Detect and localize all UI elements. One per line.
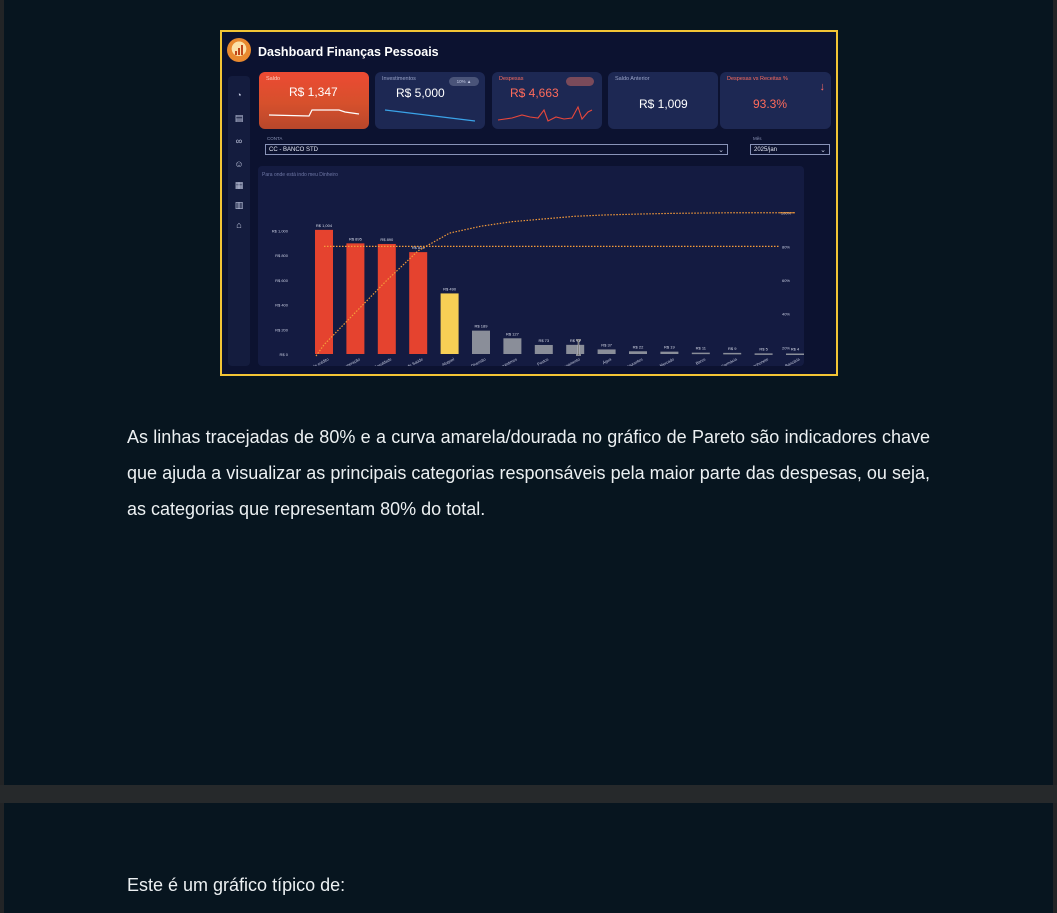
- bar-data-label: R$ 189: [475, 324, 489, 329]
- bar-data-label: R$ 890: [380, 237, 394, 242]
- bank-icon[interactable]: ⌂: [228, 220, 250, 230]
- card-despesas-vs-receitas[interactable]: Despesas vs Receitas % ↓ 93.3%: [720, 72, 831, 129]
- document-page: [4, 803, 1053, 913]
- bar-data-label: R$ 37: [601, 342, 612, 347]
- x-tick-label: Diversão: [470, 356, 487, 366]
- y2-tick-label: 80%: [782, 244, 790, 249]
- explanation-paragraph: As linhas tracejadas de 80% e a curva am…: [127, 427, 930, 519]
- x-tick-label: Farmácia: [721, 356, 739, 366]
- document-icon[interactable]: ▤: [228, 113, 250, 123]
- y-tick-label: R$ 800: [275, 253, 289, 258]
- calculator-icon[interactable]: ▦: [228, 180, 250, 190]
- x-tick-label: Cesta Bancária: [774, 356, 801, 366]
- bar-data-label: R$ 73: [538, 338, 549, 343]
- y-tick-label: R$ 400: [275, 303, 289, 308]
- x-tick-label: Restaurantes: [620, 356, 643, 366]
- card-value: R$ 1,009: [639, 97, 688, 111]
- pareto-chart-svg: Para onde está indo meu Dinheiro R$ 0 R$ 2…: [262, 172, 804, 366]
- pareto-chart: Para onde está indo meu Dinheiro R$ 0 R$ 2…: [258, 166, 804, 366]
- card-despesas[interactable]: Despesas R$ 4,663: [492, 72, 602, 129]
- bar-data-label: R$ 11: [696, 346, 707, 351]
- bar: [503, 338, 522, 354]
- chevron-down-icon: ⌄: [718, 147, 724, 154]
- y2-tick-label: 60%: [782, 278, 790, 283]
- card-label: Despesas vs Receitas %: [727, 76, 788, 82]
- sidebar: ◔ ▤ ∞ ☺ ▦ ▥ ⌂: [228, 76, 250, 366]
- bar: [723, 352, 742, 355]
- card-label: Saldo Anterior: [615, 76, 650, 82]
- bar-data-label: R$ 490: [443, 286, 457, 291]
- pie-chart-icon[interactable]: ◔: [228, 90, 250, 100]
- bar-data-label: R$ 1,004: [316, 223, 333, 228]
- bar: [346, 243, 365, 354]
- bar-data-label: R$ 4: [791, 347, 800, 352]
- bar-data-label: R$ 895: [349, 236, 363, 241]
- text-cursor-icon: [576, 339, 581, 356]
- bar-data-label: R$ 5: [759, 346, 768, 351]
- sparkline: [384, 109, 476, 122]
- x-tick-label: Estacionamento: [553, 356, 581, 366]
- bar: [754, 353, 773, 355]
- bar: [691, 352, 710, 355]
- mes-filter-label: Mês: [753, 136, 762, 141]
- bar: [409, 252, 428, 354]
- x-tick-label: Aluguel: [441, 356, 455, 366]
- card-value: 93.3%: [753, 97, 788, 111]
- x-tick-label: Mercado: [659, 356, 676, 366]
- x-tick-label: Lanchonete: [748, 356, 769, 366]
- bar-chart-icon[interactable]: ▥: [228, 200, 250, 210]
- page-separator: [0, 785, 1057, 803]
- bar: [440, 293, 459, 354]
- x-tick-label: Remuneração: [336, 356, 361, 366]
- x-tick-label: Cartão de crédito: [300, 356, 330, 366]
- bar: [472, 330, 490, 354]
- bar: [315, 229, 333, 354]
- dashboard-screenshot: Dashboard Finanças Pessoais ◔ ▤ ∞ ☺ ▦ ▥ …: [220, 30, 838, 376]
- bar: [597, 349, 616, 354]
- y-tick-label: R$ 200: [275, 327, 289, 332]
- y-tick-label: R$ 0: [280, 352, 289, 357]
- bar: [786, 353, 804, 356]
- people-icon[interactable]: ☺: [228, 159, 250, 169]
- x-tick-label: Postos: [536, 356, 549, 366]
- bar: [534, 344, 553, 354]
- y-tick-label: R$ 1,000: [272, 228, 289, 233]
- card-saldo[interactable]: Saldo R$ 1,347: [259, 72, 369, 129]
- mes-select-value: 2025/jan: [754, 147, 778, 153]
- sparkline: [497, 105, 593, 122]
- y2-tick-label: 20%: [782, 345, 790, 350]
- y-tick-label: R$ 600: [275, 278, 289, 283]
- conta-filter-label: CONTA: [267, 136, 283, 141]
- bar: [629, 351, 647, 354]
- arrow-down-icon: ↓: [819, 81, 826, 93]
- x-tick-label: Água: [601, 356, 612, 365]
- bar-data-label: R$ 127: [506, 331, 520, 336]
- bar: [660, 351, 679, 354]
- conta-select-value: CC - BANCO STD: [269, 147, 319, 153]
- x-tick-label: Plano de Saúde: [396, 356, 424, 366]
- bar-data-label: R$ 9: [728, 346, 737, 351]
- link-icon[interactable]: ∞: [228, 136, 250, 146]
- y2-tick-label: 40%: [782, 312, 790, 317]
- chevron-down-icon: ⌄: [820, 147, 826, 154]
- x-tick-label: Faculdade: [373, 356, 393, 366]
- mes-select[interactable]: 2025/jan ⌄: [750, 144, 830, 155]
- card-saldo-anterior[interactable]: Saldo Anterior R$ 1,009: [608, 72, 718, 129]
- dashboard-title: Dashboard Finanças Pessoais: [258, 45, 439, 59]
- question-text: Este é um gráfico típico de:: [127, 875, 346, 895]
- bar-data-label: R$ 22: [633, 344, 644, 349]
- conta-select[interactable]: CC - BANCO STD ⌄: [265, 144, 728, 155]
- chart-title: Para onde está indo meu Dinheiro: [262, 172, 338, 178]
- app-logo-icon: [227, 38, 251, 62]
- x-tick-label: Empréstimos: [495, 356, 518, 366]
- bar: [377, 243, 396, 354]
- sparkline: [268, 109, 360, 117]
- bar-data-label: R$ 19: [664, 345, 675, 350]
- x-tick-label: Bares: [695, 356, 707, 365]
- card-investimentos[interactable]: Investimentos 10% ▲ R$ 5,000: [375, 72, 485, 129]
